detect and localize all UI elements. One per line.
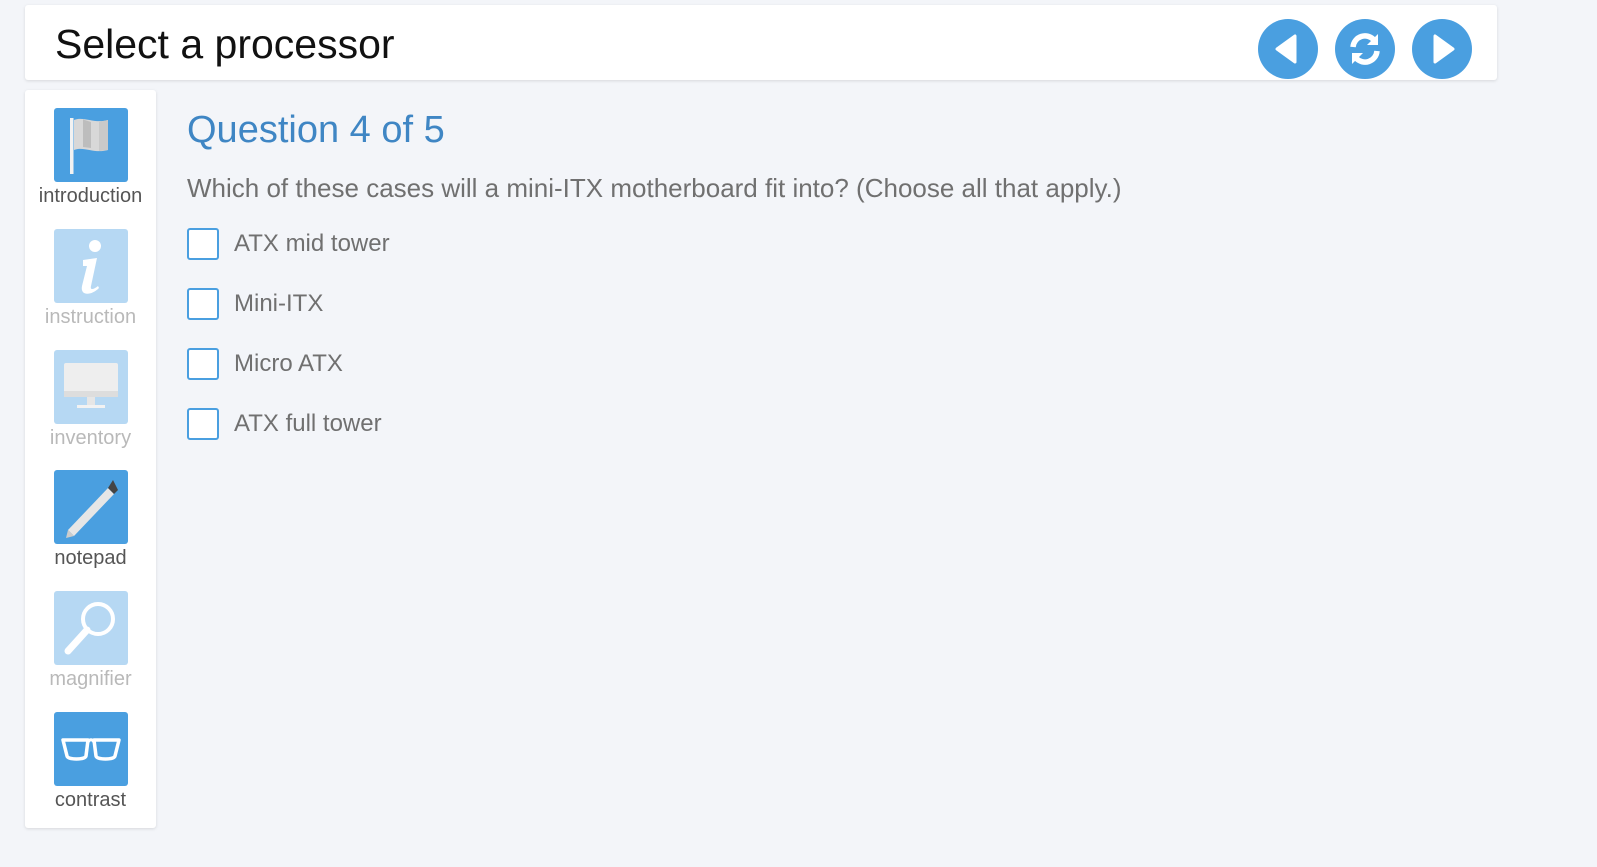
header-bar: Select a processor xyxy=(25,5,1497,80)
question-text: Which of these cases will a mini-ITX mot… xyxy=(187,173,1122,203)
option-atx-mid-tower[interactable]: ATX mid tower xyxy=(187,227,390,261)
pencil-icon xyxy=(54,470,128,544)
triangle-left-icon xyxy=(1271,32,1305,66)
option-label: ATX full tower xyxy=(234,410,382,437)
back-button[interactable] xyxy=(1258,19,1318,79)
question-heading: Question 4 of 5 xyxy=(187,109,445,151)
sidebar-item-label: inventory xyxy=(49,427,132,449)
forward-button[interactable] xyxy=(1412,19,1472,79)
option-atx-full-tower[interactable]: ATX full tower xyxy=(187,407,382,441)
sidebar-item-label: notepad xyxy=(54,547,127,569)
sidebar-item-label: introduction xyxy=(38,185,143,207)
refresh-icon xyxy=(1345,29,1385,69)
triangle-right-icon xyxy=(1425,32,1459,66)
option-micro-atx[interactable]: Micro ATX xyxy=(187,347,343,381)
flag-icon xyxy=(54,108,128,182)
sidebar-item-notepad[interactable]: notepad xyxy=(25,470,156,580)
tools-sidebar: introduction instruction inventory notep… xyxy=(25,90,156,828)
checkbox[interactable] xyxy=(187,408,219,440)
sidebar-item-magnifier[interactable]: magnifier xyxy=(25,591,156,701)
info-icon xyxy=(54,229,128,303)
checkbox[interactable] xyxy=(187,288,219,320)
refresh-button[interactable] xyxy=(1335,19,1395,79)
page-title: Select a processor xyxy=(55,21,395,67)
glasses-icon xyxy=(54,712,128,786)
checkbox[interactable] xyxy=(187,228,219,260)
option-label: Micro ATX xyxy=(234,350,343,377)
sidebar-item-contrast[interactable]: contrast xyxy=(25,712,156,822)
checkbox[interactable] xyxy=(187,348,219,380)
sidebar-item-inventory[interactable]: inventory xyxy=(25,350,156,460)
sidebar-item-instruction[interactable]: instruction xyxy=(25,229,156,339)
option-label: Mini-ITX xyxy=(234,290,324,317)
sidebar-item-introduction[interactable]: introduction xyxy=(25,108,156,218)
option-mini-itx[interactable]: Mini-ITX xyxy=(187,287,323,321)
option-label: ATX mid tower xyxy=(234,230,390,257)
sidebar-item-label: magnifier xyxy=(49,668,132,690)
sidebar-item-label: contrast xyxy=(54,789,127,811)
monitor-icon xyxy=(54,350,128,424)
magnifier-icon xyxy=(54,591,128,665)
sidebar-item-label: instruction xyxy=(44,306,137,328)
